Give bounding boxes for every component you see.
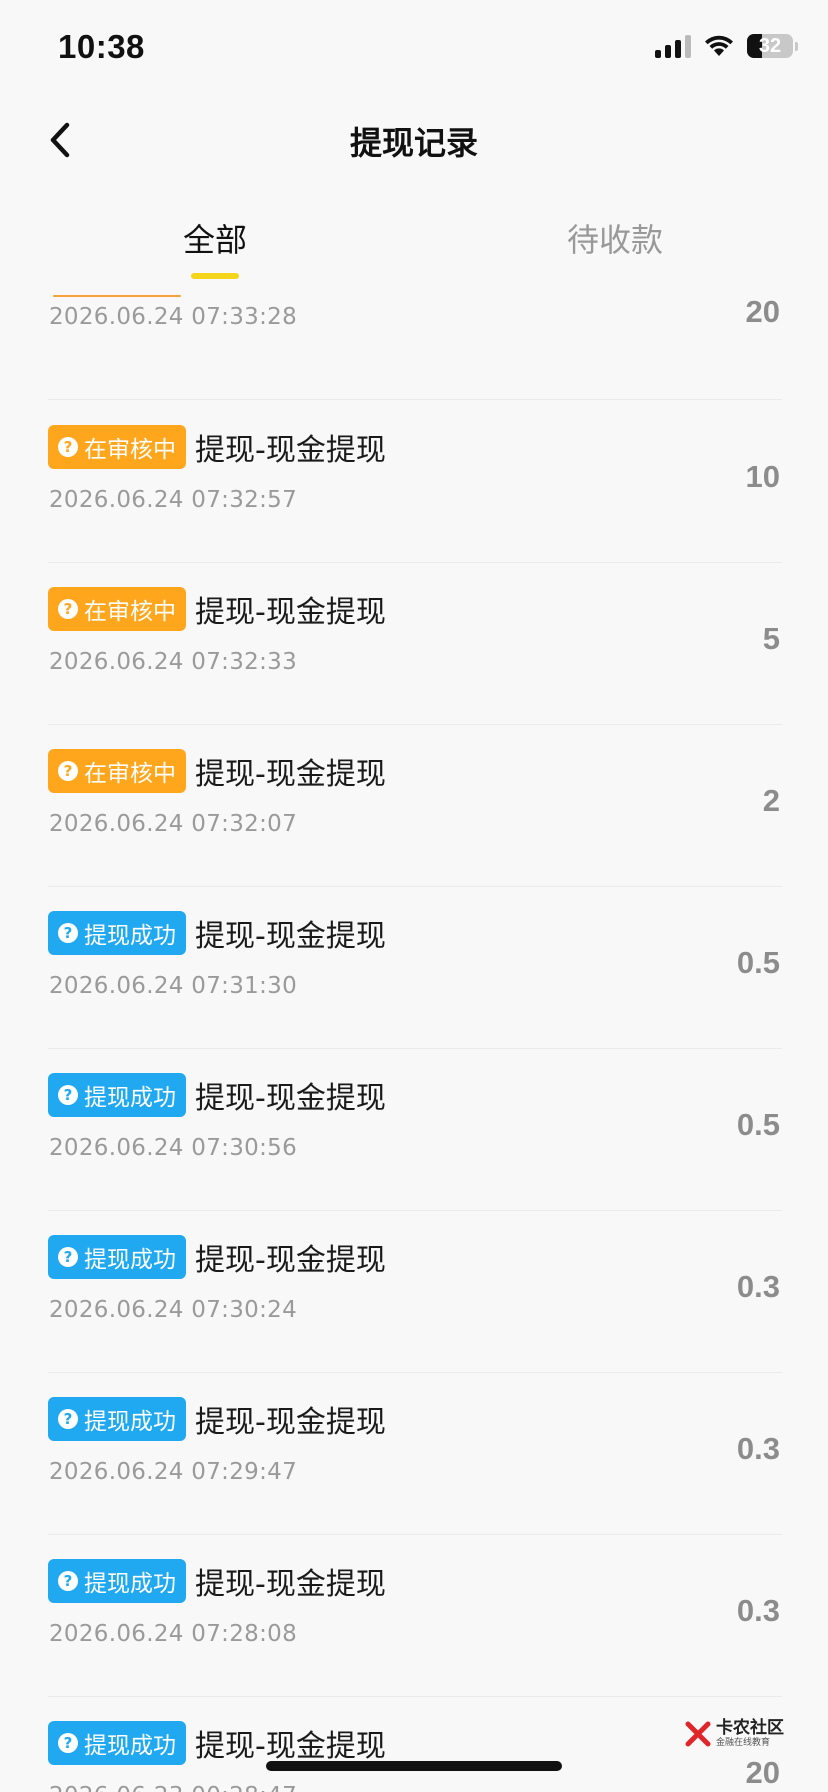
record-title: 提现-现金提现 <box>195 595 386 630</box>
home-indicator[interactable] <box>266 1761 562 1771</box>
record-amount: 20 <box>745 1755 780 1790</box>
page-title: 提现记录 <box>349 124 478 162</box>
record-amount: 10 <box>745 459 780 494</box>
record-time: 2026.06.24 07:31:30 <box>49 973 297 999</box>
list-item[interactable]: ? 提现成功 提现-现金提现 2026.06.24 07:31:30 0.5 <box>48 887 782 1049</box>
status-badge-label: 在审核中 <box>84 761 176 787</box>
status-time: 10:38 <box>58 28 145 65</box>
record-amount: 0.3 <box>736 1593 780 1628</box>
status-badge[interactable]: ? 在审核中 <box>48 587 186 631</box>
status-badge-label: 提现成功 <box>84 1571 176 1597</box>
list-item[interactable]: ? 提现成功 提现-现金提现 2026.06.23 00:28:47 20 <box>48 1697 782 1792</box>
record-time: 2026.06.24 07:32:07 <box>49 811 297 837</box>
record-time: 2026.06.24 07:29:47 <box>49 1459 297 1485</box>
status-badge[interactable]: ? 在审核中 <box>48 749 186 793</box>
record-amount: 20 <box>745 294 780 329</box>
record-amount: 2 <box>762 783 780 818</box>
record-title: 提现-现金提现 <box>195 433 386 468</box>
record-amount: 0.5 <box>736 945 780 980</box>
record-title: 提现-现金提现 <box>195 1405 386 1440</box>
battery-text: 32 <box>758 34 782 57</box>
status-badge[interactable]: ? 提现成功 <box>48 1073 186 1117</box>
record-time: 2026.06.24 07:30:56 <box>49 1135 297 1161</box>
wifi-icon <box>705 35 733 56</box>
signal-icon <box>655 34 691 58</box>
status-badge[interactable]: ? 提现成功 <box>48 1721 186 1765</box>
watermark-subtitle: 金融在线教育 <box>716 1738 771 1748</box>
status-badge-label: 提现成功 <box>84 1409 176 1435</box>
tab-bar: 全部 待收款 <box>0 205 828 285</box>
status-badge-label: 提现成功 <box>84 1085 176 1111</box>
kanong-logo-icon <box>685 1721 711 1747</box>
question-icon: ? <box>58 599 78 619</box>
question-icon: ? <box>58 1571 78 1591</box>
list-item[interactable]: ? 提现成功 提现-现金提现 2026.06.24 07:30:24 0.3 <box>48 1211 782 1373</box>
record-amount: 0.3 <box>736 1269 780 1304</box>
record-time: 2026.06.24 07:30:24 <box>49 1297 297 1323</box>
question-icon: ? <box>58 437 78 457</box>
status-icons: 32 <box>655 34 798 58</box>
record-title: 提现-现金提现 <box>195 1567 386 1602</box>
active-tab-indicator <box>191 273 239 279</box>
question-icon: ? <box>58 923 78 943</box>
battery-icon: 32 <box>747 34 793 58</box>
status-badge-label: 在审核中 <box>84 599 176 625</box>
question-icon: ? <box>58 761 78 781</box>
list-item[interactable]: ? 提现成功 提现-现金提现 2026.06.24 07:30:56 0.5 <box>48 1049 782 1211</box>
list-item[interactable]: ? 在审核中 提现-现金提现 2026.06.24 07:32:57 10 <box>48 401 782 563</box>
status-badge[interactable]: ? 提现成功 <box>48 911 186 955</box>
record-title: 提现-现金提现 <box>195 1243 386 1278</box>
question-icon: ? <box>58 1247 78 1267</box>
nav-bar: 提现记录 <box>0 100 828 180</box>
status-badge-label: 提现成功 <box>84 1733 176 1759</box>
record-title: 提现-现金提现 <box>195 1081 386 1116</box>
list-item[interactable]: 2026.06.24 07:33:28 20 <box>48 290 782 400</box>
list-item[interactable]: ? 提现成功 提现-现金提现 2026.06.24 07:28:08 0.3 <box>48 1535 782 1697</box>
list-item[interactable]: ? 在审核中 提现-现金提现 2026.06.24 07:32:33 5 <box>48 563 782 725</box>
watermark-title: 卡农社区 <box>716 1718 784 1738</box>
question-icon: ? <box>58 1733 78 1753</box>
status-badge[interactable]: ? 提现成功 <box>48 1397 186 1441</box>
status-badge[interactable]: ? 在审核中 <box>48 425 186 469</box>
question-icon: ? <box>58 1085 78 1105</box>
status-badge[interactable]: ? 提现成功 <box>48 1559 186 1603</box>
tab-pending[interactable]: 待收款 <box>567 215 663 261</box>
record-time: 2026.06.24 07:28:08 <box>49 1621 297 1647</box>
status-badge-label: 提现成功 <box>84 923 176 949</box>
record-title: 提现-现金提现 <box>195 1729 386 1764</box>
record-amount: 0.5 <box>736 1107 780 1142</box>
record-time: 2026.06.24 07:33:28 <box>49 304 297 330</box>
record-title: 提现-现金提现 <box>195 919 386 954</box>
record-amount: 0.3 <box>736 1431 780 1466</box>
question-icon: ? <box>58 1409 78 1429</box>
record-time: 2026.06.23 00:28:47 <box>49 1783 297 1792</box>
status-badge[interactable]: ? 提现成功 <box>48 1235 186 1279</box>
withdrawal-list: 2026.06.24 07:33:28 20 ? 在审核中 提现-现金提现 20… <box>48 290 782 1792</box>
record-time: 2026.06.24 07:32:57 <box>49 487 297 513</box>
record-amount: 5 <box>762 621 780 656</box>
list-item[interactable]: ? 在审核中 提现-现金提现 2026.06.24 07:32:07 2 <box>48 725 782 887</box>
status-badge-label: 在审核中 <box>84 437 176 463</box>
record-title: 提现-现金提现 <box>195 757 386 792</box>
status-bar: 10:38 32 <box>0 0 828 100</box>
list-item[interactable]: ? 提现成功 提现-现金提现 2026.06.24 07:29:47 0.3 <box>48 1373 782 1535</box>
record-time: 2026.06.24 07:32:33 <box>49 649 297 675</box>
status-badge-label: 提现成功 <box>84 1247 176 1273</box>
watermark: 卡农社区 金融在线教育 <box>684 1720 784 1748</box>
tab-all[interactable]: 全部 <box>183 215 247 261</box>
